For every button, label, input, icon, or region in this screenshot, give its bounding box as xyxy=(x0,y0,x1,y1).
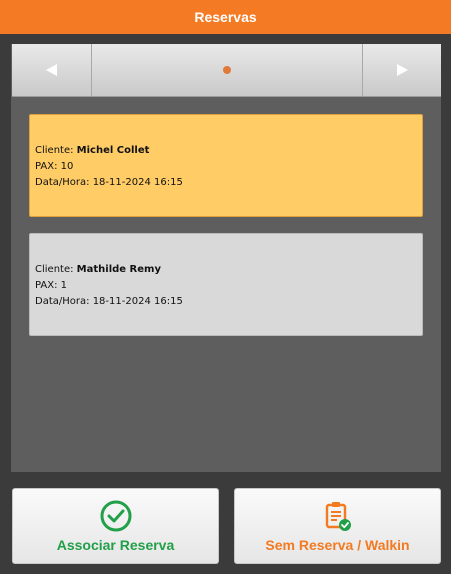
check-circle-icon xyxy=(100,500,131,531)
pax-label: PAX: xyxy=(35,161,58,172)
client-label: Cliente: xyxy=(35,264,74,275)
datetime-value: 18-11-2024 16:15 xyxy=(92,296,183,307)
associate-reservation-label: Associar Reserva xyxy=(56,536,175,553)
pager-bar xyxy=(12,44,441,97)
client-label: Cliente: xyxy=(35,145,74,156)
datetime-value: 18-11-2024 16:15 xyxy=(92,177,183,188)
pax-value: 10 xyxy=(60,161,74,172)
walkin-button[interactable]: Sem Reserva / Walkin xyxy=(234,488,441,564)
next-page-button[interactable] xyxy=(362,44,442,96)
pax-label: PAX: xyxy=(35,280,58,291)
clipboard-check-icon xyxy=(325,501,351,531)
page-dot-icon xyxy=(222,66,231,74)
arrow-left-icon xyxy=(46,64,57,76)
window-title: Reservas xyxy=(0,0,451,34)
arrow-right-icon xyxy=(397,64,408,76)
action-bar: Associar Reserva Sem Reserva / Walkin xyxy=(12,488,441,564)
walkin-label: Sem Reserva / Walkin xyxy=(265,536,410,553)
reservation-card[interactable]: Cliente: Mathilde Remy PAX: 1 Data/Hora:… xyxy=(29,233,423,336)
datetime-label: Data/Hora: xyxy=(35,296,90,307)
reservation-card-selected[interactable]: Cliente: Michel Collet PAX: 10 Data/Hora… xyxy=(29,114,423,217)
page-indicator xyxy=(92,44,361,96)
client-name: Mathilde Remy xyxy=(76,264,161,275)
prev-page-button[interactable] xyxy=(12,44,92,96)
datetime-label: Data/Hora: xyxy=(35,177,90,188)
associate-reservation-button[interactable]: Associar Reserva xyxy=(12,488,219,564)
client-name: Michel Collet xyxy=(76,145,150,156)
pax-value: 1 xyxy=(60,280,68,291)
